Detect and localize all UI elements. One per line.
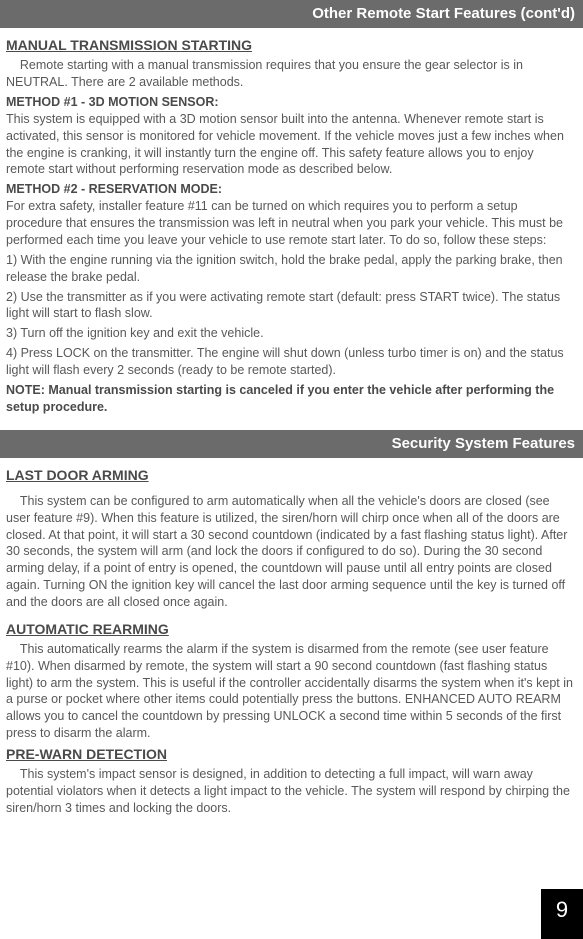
heading-automatic-rearming: AUTOMATIC REARMING xyxy=(6,620,575,639)
text-auto-rearm: This automatically rearms the alarm if t… xyxy=(6,642,573,740)
text-manual-intro: Remote starting with a manual transmissi… xyxy=(6,58,523,89)
heading-last-door-arming: LAST DOOR ARMING xyxy=(6,466,575,485)
heading-method2: METHOD #2 - RESERVATION MODE: xyxy=(6,181,575,198)
heading-method1: METHOD #1 - 3D MOTION SENSOR: xyxy=(6,94,575,111)
content-block-2: LAST DOOR ARMING This system can be conf… xyxy=(0,466,583,817)
para-pre-warn: This system's impact sensor is designed,… xyxy=(6,766,575,817)
section-header-remote-start: Other Remote Start Features (cont'd) xyxy=(0,0,583,28)
step-2: 2) Use the transmitter as if you were ac… xyxy=(6,289,575,323)
para-manual-intro: Remote starting with a manual transmissi… xyxy=(6,57,575,91)
para-automatic-rearming: This automatically rearms the alarm if t… xyxy=(6,641,575,742)
step-4: 4) Press LOCK on the transmitter. The en… xyxy=(6,345,575,379)
para-method2-intro: For extra safety, installer feature #11 … xyxy=(6,198,575,249)
para-last-door-arming: This system can be configured to arm aut… xyxy=(6,493,575,611)
section-header-security: Security System Features xyxy=(0,430,583,458)
page-number: 9 xyxy=(556,895,568,925)
heading-manual-transmission: MANUAL TRANSMISSION STARTING xyxy=(6,36,575,55)
content-block-1: MANUAL TRANSMISSION STARTING Remote star… xyxy=(0,36,583,415)
text-pre-warn: This system's impact sensor is designed,… xyxy=(6,767,570,815)
text-last-door: This system can be configured to arm aut… xyxy=(6,494,567,609)
heading-pre-warn: PRE-WARN DETECTION xyxy=(6,745,575,764)
page-number-box: 9 xyxy=(541,889,583,939)
note-manual: NOTE: Manual transmission starting is ca… xyxy=(6,382,575,416)
step-3: 3) Turn off the ignition key and exit th… xyxy=(6,325,575,342)
step-1: 1) With the engine running via the ignit… xyxy=(6,252,575,286)
para-method1: This system is equipped with a 3D motion… xyxy=(6,111,575,179)
